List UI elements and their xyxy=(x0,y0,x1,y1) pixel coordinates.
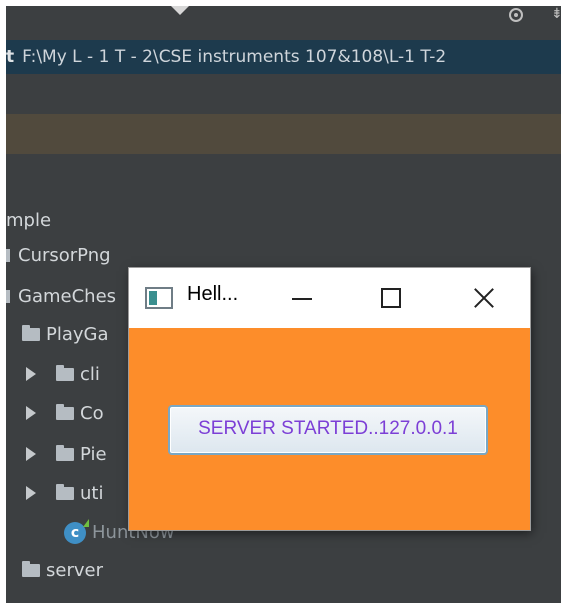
tree-item-pieces[interactable]: Pie xyxy=(26,440,107,470)
pin-icon[interactable]: ⇟ xyxy=(551,6,561,22)
folder-icon xyxy=(22,561,40,577)
tree-item-label: server xyxy=(46,560,103,581)
dropdown-arrow-icon[interactable] xyxy=(171,6,189,15)
close-button[interactable] xyxy=(447,268,517,328)
tree-item-label: GameChes xyxy=(18,286,117,307)
tree-item-playgame[interactable]: PlayGa xyxy=(22,320,109,350)
server-status-button[interactable]: SERVER STARTED..127.0.0.1 xyxy=(168,405,488,455)
tree-item-gamechess[interactable]: GameChes xyxy=(6,282,116,312)
window-title: Hell... xyxy=(187,283,239,305)
class-icon: c xyxy=(64,519,89,544)
ide-toolbar-band xyxy=(6,74,561,114)
tree-item-util[interactable]: uti xyxy=(26,479,103,509)
project-path: F:\My L - 1 T - 2\CSE instruments 107&10… xyxy=(22,47,447,67)
folder-icon xyxy=(6,290,10,303)
folder-icon xyxy=(56,484,74,500)
tree-item-label: cli xyxy=(80,364,100,385)
app-window-icon xyxy=(145,287,173,309)
folder-icon xyxy=(6,249,10,262)
tree-item-co[interactable]: Co xyxy=(26,399,104,429)
tree-item-client[interactable]: cli xyxy=(26,360,100,390)
tree-item-label: Pie xyxy=(80,444,107,465)
app-window: Hell... SERVER STARTED..127.0.0.1 xyxy=(129,268,530,530)
path-prefix: t xyxy=(6,47,15,67)
window-title-bar[interactable]: Hell... xyxy=(129,268,530,328)
minimize-button[interactable] xyxy=(267,268,337,328)
tree-item-project-root[interactable]: mple xyxy=(6,206,51,236)
folder-icon xyxy=(56,404,74,420)
tree-item-label: CursorPng xyxy=(18,245,111,266)
tree-item-label: mple xyxy=(6,210,52,231)
tree-item-label: PlayGa xyxy=(46,324,109,345)
notification-bar xyxy=(6,114,561,154)
tree-item-label: uti xyxy=(80,483,104,504)
expand-arrow-icon[interactable] xyxy=(26,367,36,381)
expand-arrow-icon[interactable] xyxy=(26,447,36,461)
settings-icon[interactable] xyxy=(509,8,523,22)
folder-icon xyxy=(56,365,74,381)
expand-arrow-icon[interactable] xyxy=(26,486,36,500)
expand-arrow-icon[interactable] xyxy=(26,406,36,420)
folder-icon xyxy=(22,325,40,341)
tree-item-label: Co xyxy=(80,403,104,424)
ide-toolbar: ⇟ xyxy=(6,6,561,40)
folder-icon xyxy=(56,445,74,461)
maximize-button[interactable] xyxy=(355,268,425,328)
project-path-bar: t F:\My L - 1 T - 2\CSE instruments 107&1… xyxy=(6,40,561,74)
tree-item-server[interactable]: server xyxy=(22,556,103,586)
tree-item-cursorpng[interactable]: CursorPng xyxy=(6,241,111,271)
